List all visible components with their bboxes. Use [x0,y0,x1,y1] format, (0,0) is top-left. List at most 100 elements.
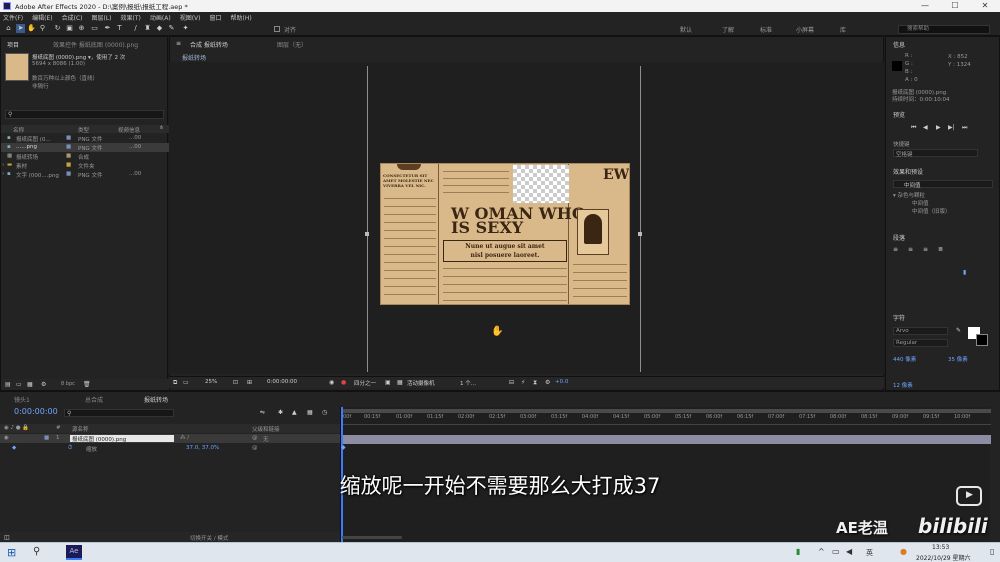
list-item[interactable]: › ▪ 文字 (000....png ■ PNG 文件 ...00 [1,170,169,179]
zoom-tool-icon[interactable]: ⚲ [38,24,47,33]
eraser-tool-icon[interactable]: ◆ [155,24,164,33]
brush-tool-icon[interactable]: / [131,24,140,33]
always-preview-icon[interactable]: ⧉ [173,379,177,387]
list-item[interactable]: ▪ 报纸底图 (0... ■ PNG 文件 ...00 [1,134,169,143]
shortcut-dropdown[interactable]: 空格键 [893,149,978,158]
toggle-pixel-aspect-icon[interactable]: ⊟ [509,379,514,386]
effects-group[interactable]: ▾ 杂色与颗粒 [893,191,925,199]
menu-composition[interactable]: 合成(C) [62,13,83,22]
col-index[interactable]: # [56,425,61,431]
stroke-color-swatch[interactable] [976,334,988,346]
camera-dropdown[interactable]: 活动摄像机 [407,379,435,387]
next-frame-icon[interactable]: ▶| [948,124,955,131]
visibility-icon[interactable]: ◉ [4,435,9,441]
workspace-standard[interactable]: 标准 [760,25,772,34]
tray-chevron-icon[interactable]: ^ [818,547,825,556]
expand-panes-icon[interactable]: ◫ [4,534,10,541]
toggle-switches-modes[interactable]: 切换开关 / 模式 [190,534,228,542]
workspace-learn[interactable]: 了解 [722,25,734,34]
label-color-icon[interactable]: ■ [44,435,49,441]
timeline-icon[interactable]: ⧗ [533,379,537,387]
viewer-timecode[interactable]: 0:00:00:00 [267,379,297,385]
pen-tool-icon[interactable]: ✒ [103,24,112,33]
search-icon[interactable]: ⚲ [33,546,40,557]
hide-shy-icon[interactable]: ▲ [292,409,297,416]
roto-brush-tool-icon[interactable]: ✎ [167,24,176,33]
exposure-value[interactable]: +0.0 [555,379,568,385]
after-effects-taskbar-icon[interactable]: Ae [66,545,82,560]
roi-icon[interactable]: ▭ [183,379,189,386]
guide-line[interactable] [640,66,641,372]
hand-tool-icon[interactable]: ✋ [27,24,36,33]
tab-timeline-transition[interactable]: 报纸转场 [144,395,168,404]
composition-menu-icon[interactable]: ≡ [176,40,181,47]
effects-presets-title[interactable]: 效果和预设 [893,167,923,176]
snap-checkbox[interactable] [274,26,280,32]
tab-timeline-shot1[interactable]: 镜头1 [14,395,30,404]
transparency-grid-icon[interactable]: ⊞ [247,379,252,386]
play-icon[interactable]: ▶ [936,124,941,131]
font-style-dropdown[interactable]: Regular [893,339,948,347]
target-region-icon[interactable]: ▣ [385,379,391,386]
info-panel-title[interactable]: 信息 [893,40,905,49]
guide-line[interactable] [367,66,368,372]
menu-edit[interactable]: 编辑(E) [32,13,52,22]
show-channel-icon[interactable]: ● [341,379,346,386]
fast-preview-icon[interactable]: ⚡ [521,379,525,386]
menu-layer[interactable]: 图层(L) [92,13,112,22]
preview-panel-title[interactable]: 预览 [893,110,905,119]
tray-weather-icon[interactable]: ● [900,547,907,556]
tab-project[interactable]: 项目 [7,40,19,49]
draft-3d-icon[interactable]: ✱ [278,409,283,416]
fit-icon[interactable]: ⊡ [233,379,238,386]
workspace-default[interactable]: 默认 [680,25,692,34]
flowchart-view-icon[interactable]: ⚙ [545,379,550,386]
resolution-dropdown[interactable]: 四分之一 [354,379,376,387]
property-row[interactable]: ◆ ⏱ 缩放 37.0, 37.0% @ [0,444,340,453]
grid-guides-icon[interactable]: ▦ [397,379,403,386]
property-value[interactable]: 37.0, 37.0% [186,445,219,451]
new-composition-icon[interactable]: ▦ [27,381,33,388]
parent-dropdown[interactable]: 无 [263,435,269,443]
prev-frame-icon[interactable]: ◀ [923,124,928,131]
windows-start-icon[interactable]: ⊞ [7,546,16,559]
selection-tool-icon[interactable]: ➤ [16,24,25,33]
frame-blending-icon[interactable]: ▦ [307,409,313,416]
search-help-input[interactable]: 搜索帮助 [898,25,990,34]
align-left-icon[interactable]: ≡ [893,246,898,253]
col-name[interactable]: 名称 [13,126,24,134]
clone-stamp-tool-icon[interactable]: ♜ [143,24,152,33]
col-type[interactable]: 类型 [78,126,89,134]
flowchart-icon[interactable]: ⋔ [159,125,164,131]
clock-date[interactable]: 2022/10/29 星期六 [916,553,971,562]
timeline-search-input[interactable]: ⚲ [64,409,174,417]
tab-timeline-master[interactable]: 总合成 [85,395,103,404]
first-frame-icon[interactable]: ⏮ [911,124,916,132]
menu-effect[interactable]: 效果(T) [121,13,141,22]
views-dropdown[interactable]: 1 个... [460,379,476,387]
font-size-value[interactable]: 440 像素 [893,355,916,363]
align-right-icon[interactable]: ≡ [923,246,928,253]
layer-switches-icon[interactable]: ⁂ / [180,435,189,441]
zoom-dropdown[interactable]: 25% [205,379,217,385]
effect-item[interactable]: 中间值（旧版） [912,207,951,215]
effects-search-input[interactable]: 中间值 [893,180,993,189]
tab-effect-controls[interactable]: 效果控件 报纸底图 (0000).png [53,40,138,49]
paragraph-panel-title[interactable]: 段落 [893,233,905,242]
menu-view[interactable]: 视图(V) [180,13,201,22]
av-toggles-icon[interactable]: ◉ ♪ ● 🔒 [4,425,29,431]
layer-bar[interactable] [343,435,991,444]
paragraph-toggle-icon[interactable]: ▮ [963,269,966,276]
snapshot-icon[interactable]: ◉ [329,379,334,386]
home-icon[interactable]: ⌂ [4,24,13,33]
clock-time[interactable]: 13:53 [932,544,949,551]
layer-name[interactable]: 报纸底图 (0000).png [70,435,174,443]
type-tool-icon[interactable]: T [115,24,124,33]
interpret-footage-icon[interactable]: ▤ [5,381,11,388]
close-button[interactable]: ✕ [970,0,1000,12]
trash-icon[interactable]: 🗑 [83,381,91,388]
last-frame-icon[interactable]: ⏭ [962,124,967,132]
rectangle-tool-icon[interactable]: ▭ [90,24,99,33]
newspaper-layer[interactable]: CONSECTETUR SIT AMET MOLESTIE NEC VIVERR… [380,163,630,305]
workspace-small-screen[interactable]: 小屏幕 [796,25,814,34]
